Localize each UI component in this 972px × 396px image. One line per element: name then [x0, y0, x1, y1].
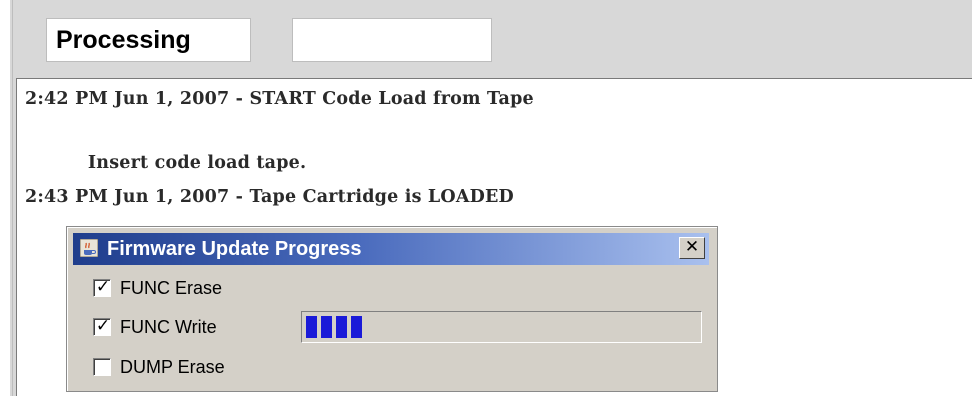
- progress-block: [321, 316, 332, 338]
- log-line-tape-loaded: 2:43 PM Jun 1, 2007 - Tape Cartridge is …: [25, 187, 514, 207]
- check-row-func-write[interactable]: ✓ FUNC Write: [93, 314, 217, 340]
- dialog-titlebar[interactable]: Firmware Update Progress ✕: [73, 233, 709, 265]
- progress-block: [336, 316, 347, 338]
- firmware-progress-bar: [301, 311, 702, 343]
- status-label-field: Processing: [46, 18, 251, 62]
- checkbox-dump-erase[interactable]: ✓: [93, 358, 111, 376]
- checkbox-func-erase[interactable]: ✓: [93, 277, 111, 297]
- checkbox-label: DUMP Erase: [120, 356, 225, 377]
- progress-fill: [306, 316, 362, 338]
- status-value-field: [292, 18, 492, 62]
- checkbox-label: FUNC Write: [120, 316, 217, 337]
- check-row-func-erase[interactable]: ✓ FUNC Erase: [93, 275, 222, 301]
- checkmark-icon: ✓: [95, 277, 111, 297]
- status-label-text: Processing: [56, 26, 191, 54]
- checkbox-func-write[interactable]: ✓: [93, 316, 111, 336]
- log-line-start: 2:42 PM Jun 1, 2007 - START Code Load fr…: [25, 89, 534, 109]
- dialog-title: Firmware Update Progress: [107, 238, 362, 260]
- close-button[interactable]: ✕: [679, 237, 705, 259]
- progress-block: [351, 316, 362, 338]
- frame-divider: [12, 0, 13, 396]
- close-icon: ✕: [684, 237, 700, 257]
- progress-block: [306, 316, 317, 338]
- checkbox-label: FUNC Erase: [120, 277, 223, 298]
- check-row-dump-erase[interactable]: ✓ DUMP Erase: [93, 354, 225, 380]
- firmware-update-dialog: Firmware Update Progress ✕ ✓ FUNC Erase …: [66, 226, 718, 392]
- checkmark-icon: ✓: [95, 316, 111, 336]
- log-line-insert-tape: Insert code load tape.: [25, 153, 307, 173]
- java-coffee-cup-icon: [79, 238, 99, 258]
